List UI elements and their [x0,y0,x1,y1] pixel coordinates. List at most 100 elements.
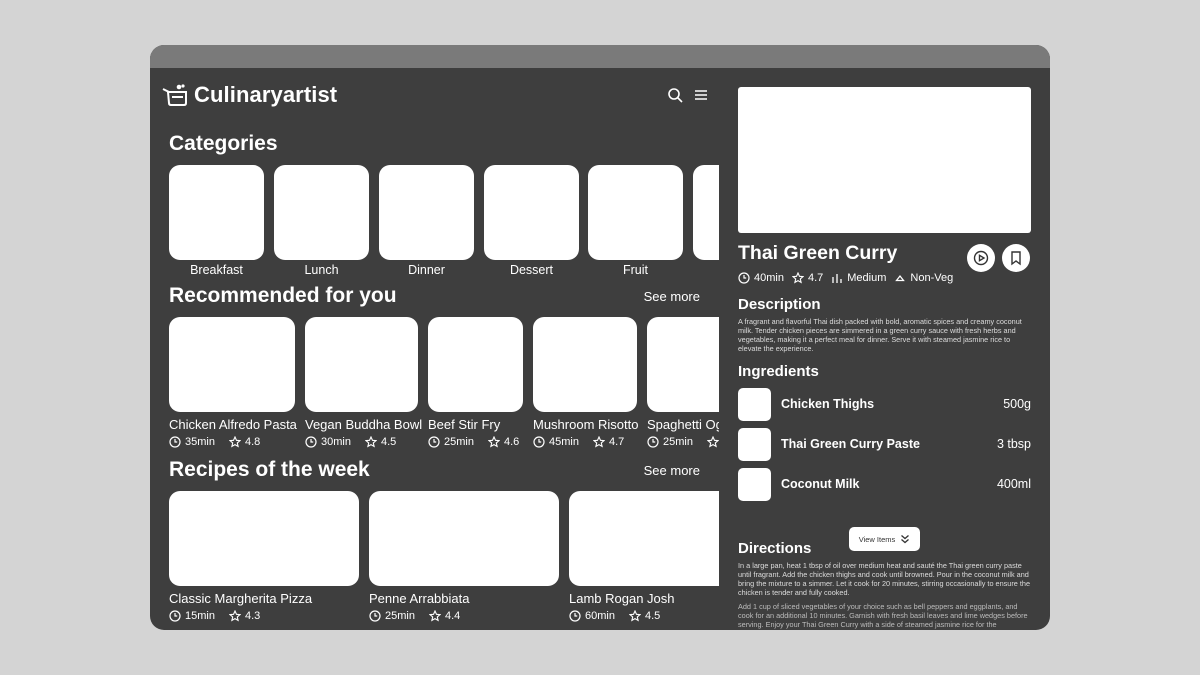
recommended-rating: 4.5 [380,436,397,448]
weekly-see-more-link[interactable]: See more [644,463,700,478]
recipe-title: Thai Green Curry [738,242,898,264]
recipe-meta: 40min 4.7 Medium Non-Veg [738,272,953,284]
category-label: Dinner [408,263,445,277]
recommended-time: 30min [321,436,351,448]
ingredient-name: Thai Green Curry Paste [781,437,920,451]
star-icon [228,436,241,448]
recommended-see-more-link[interactable]: See more [644,289,700,304]
weekly-rating: 4.4 [444,610,461,622]
recipe-diet: Non-Veg [910,272,954,284]
recommended-meta: 25min 4.6 [428,436,519,448]
ingredients-heading: Ingredients [738,363,819,380]
weekly-meta: 60min 4.5 [569,610,660,622]
app-brand-name[interactable]: Culinaryartist [194,82,337,108]
clock-icon [569,610,581,622]
recommended-card[interactable] [305,317,418,412]
category-card[interactable] [693,165,719,260]
recommended-meta: 35min 4.8 [169,436,260,448]
ingredient-thumbnail [738,468,771,501]
search-icon[interactable] [667,87,683,103]
ingredient-name: Chicken Thighs [781,397,875,411]
recommended-card[interactable] [647,317,719,412]
star-icon [428,610,441,622]
recommended-meta: 25min3 [647,436,719,448]
clock-icon [428,436,440,448]
app-window: Culinaryartist Categories Breakfast Lunch… [150,45,1050,630]
weekly-time: 15min [185,610,215,622]
description-text: A fragrant and flavorful Thai dish packe… [738,317,1022,353]
difficulty-bars-icon [832,274,842,283]
category-card[interactable] [484,165,579,260]
recommended-title[interactable]: Spaghetti Og [647,417,719,432]
recommended-card[interactable] [428,317,523,412]
directions-heading: Directions [738,540,812,557]
recommended-meta: 30min 4.5 [305,436,396,448]
category-card[interactable] [379,165,474,260]
ingredient-thumbnail [738,388,771,421]
recommended-title[interactable]: Vegan Buddha Bowl [305,417,422,432]
star-icon [487,436,500,448]
weekly-time: 60min [585,610,615,622]
recommended-title[interactable]: Beef Stir Fry [428,417,500,432]
clock-icon [647,436,659,448]
recipe-detail-pane: Thai Green Curry 40min 4.7 Medium Non-Ve… [719,68,1050,630]
weekly-title[interactable]: Classic Margherita Pizza [169,591,312,606]
ingredient-name: Coconut Milk [781,477,860,491]
clock-icon [169,610,181,622]
weekly-card[interactable] [369,491,559,586]
clock-icon [533,436,545,448]
weekly-title[interactable]: Penne Arrabbiata [369,591,469,606]
recommended-title[interactable]: Chicken Alfredo Pasta [169,417,297,432]
weekly-card[interactable] [169,491,359,586]
star-icon [628,610,641,622]
clock-icon [738,272,750,284]
left-pane: Culinaryartist Categories Breakfast Lunch… [150,68,719,630]
weekly-title[interactable]: Lamb Rogan Josh [569,591,675,606]
recommended-time: 35min [185,436,215,448]
recipe-time: 40min [754,272,784,284]
directions-step-2: Add 1 cup of sliced vegetables of your c… [738,602,1028,629]
ingredient-thumbnail [738,428,771,461]
recommended-rating: 4.6 [503,436,520,448]
weekly-meta: 15min 4.3 [169,610,260,622]
clock-icon [305,436,317,448]
star-icon [228,610,241,622]
play-video-button[interactable] [967,244,995,272]
recipe-difficulty: Medium [847,272,887,284]
recommended-rating: 4.8 [244,436,261,448]
recommended-time: 25min [663,436,693,448]
directions-step-1: In a large pan, heat 1 tbsp of oil over … [738,561,1031,597]
recipe-hero-image [738,87,1031,233]
categories-heading: Categories [169,132,278,155]
view-items-label: View Items [858,534,896,544]
recommended-card[interactable] [169,317,295,412]
category-card[interactable] [588,165,683,260]
recommended-meta: 45min 4.7 [533,436,624,448]
bookmark-button[interactable] [1002,244,1030,272]
ingredient-quantity: 500g [1003,397,1031,411]
recommended-time: 25min [444,436,474,448]
category-label: Fruit [623,263,648,277]
ingredient-quantity: 3 tbsp [996,437,1031,451]
cooking-pot-logo-icon [162,84,187,106]
category-card[interactable] [274,165,369,260]
ingredient-quantity: 400ml [996,477,1031,491]
weekly-heading: Recipes of the week [169,458,370,481]
star-icon [791,272,804,284]
category-label: Breakfast [190,263,243,277]
recipe-rating: 4.7 [807,272,824,284]
window-titlebar [150,45,1050,68]
recommended-card[interactable] [533,317,637,412]
view-items-button[interactable]: View Items [849,527,920,551]
recommended-heading: Recommended for you [169,284,397,307]
weekly-card[interactable] [569,491,719,586]
hamburger-menu-icon[interactable] [693,87,709,103]
category-label: Lunch [304,263,339,277]
weekly-rating: 4.3 [244,610,261,622]
recommended-title[interactable]: Mushroom Risotto [533,417,638,432]
diet-triangle-icon [895,274,906,282]
category-card[interactable] [169,165,264,260]
weekly-time: 25min [385,610,415,622]
play-circle-icon [973,250,989,266]
weekly-rating: 4.5 [644,610,661,622]
